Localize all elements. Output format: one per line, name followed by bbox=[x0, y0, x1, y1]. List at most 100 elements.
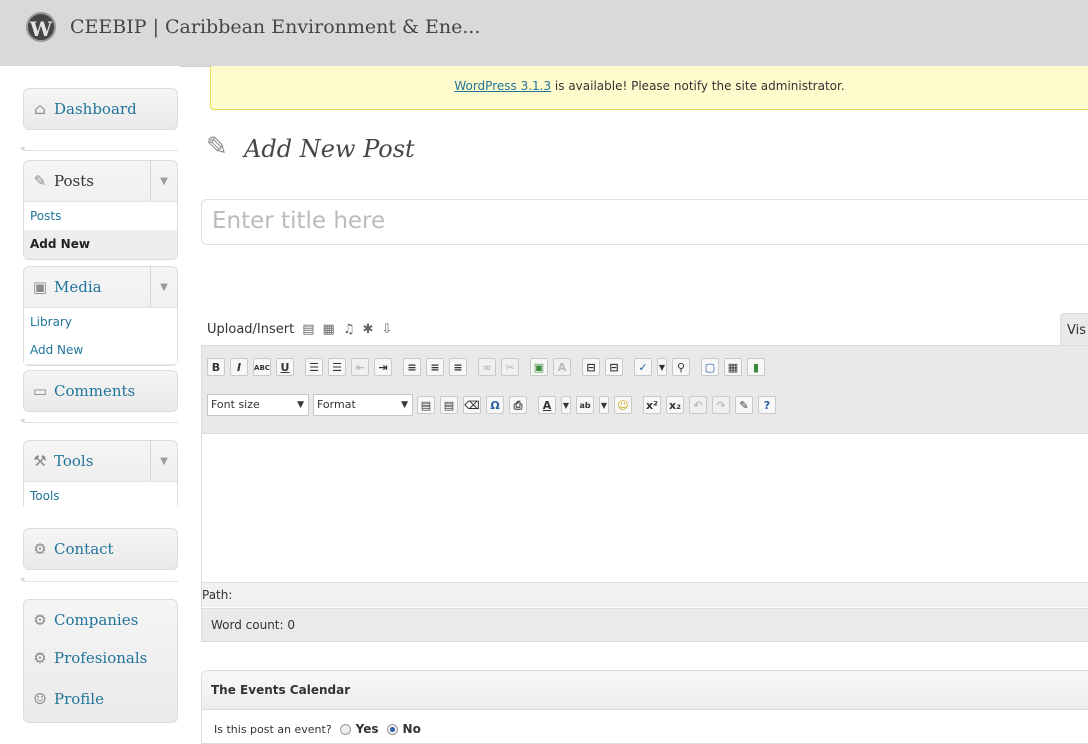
users-icon: ☺ bbox=[33, 690, 47, 708]
redo-icon[interactable]: ↷ bbox=[712, 396, 730, 414]
undo-icon[interactable]: ↶ bbox=[689, 396, 707, 414]
bullet-list-icon[interactable]: ☰ bbox=[305, 358, 323, 376]
submenu-add-new-media[interactable]: Add New bbox=[24, 336, 177, 364]
find-replace-icon[interactable]: ⚲ bbox=[672, 358, 690, 376]
numbered-list-icon[interactable]: ☰ bbox=[328, 358, 346, 376]
italic-icon[interactable]: I bbox=[230, 358, 248, 376]
event-yes-radio[interactable] bbox=[339, 723, 351, 735]
remove-format-icon[interactable]: ⌫ bbox=[463, 396, 481, 414]
page-break-icon[interactable]: ⊟ bbox=[605, 358, 623, 376]
bold-icon[interactable]: B bbox=[207, 358, 225, 376]
add-audio-icon[interactable]: ♫ bbox=[343, 322, 355, 337]
path-label: Path: bbox=[202, 588, 233, 602]
add-image-icon[interactable]: ▤ bbox=[302, 322, 314, 337]
subscript-icon[interactable]: x₂ bbox=[666, 396, 684, 414]
menu-separator bbox=[23, 422, 178, 423]
tab-visual[interactable]: Vis bbox=[1060, 313, 1088, 347]
collapse-arrow-icon[interactable]: « bbox=[20, 144, 26, 154]
format-select[interactable]: Format ▼ bbox=[313, 394, 413, 416]
add-media-icon[interactable]: ✱ bbox=[362, 322, 373, 337]
font-size-select[interactable]: Font size ▼ bbox=[207, 394, 309, 416]
highlight-dropdown-icon[interactable]: ▼ bbox=[599, 396, 609, 414]
paste-word-icon[interactable]: ▤ bbox=[440, 396, 458, 414]
chevron-down-icon[interactable]: ▼ bbox=[150, 267, 177, 307]
menu-profesionals[interactable]: ⚙ Profesionals bbox=[24, 640, 177, 676]
pushpin-icon: ✎ bbox=[33, 172, 47, 190]
menu-tools[interactable]: ⚒ Tools ▼ Tools bbox=[23, 440, 178, 510]
paste-text-icon[interactable]: ▤ bbox=[417, 396, 435, 414]
word-count: Word count: 0 bbox=[201, 608, 1088, 642]
add-video-icon[interactable]: ▦ bbox=[323, 322, 335, 337]
site-title[interactable]: CEEBIP | Caribbean Environment & Ene... bbox=[70, 16, 480, 38]
media-buttons: Upload/Insert ▤ ▦ ♫ ✱ ⇩ bbox=[207, 322, 392, 337]
gear-icon: ⚙ bbox=[33, 540, 47, 558]
page-header: ✎ Add New Post bbox=[206, 132, 415, 166]
superscript-icon[interactable]: x² bbox=[643, 396, 661, 414]
menu-posts[interactable]: ✎ Posts ▼ Posts Add New bbox=[23, 160, 178, 260]
align-left-icon[interactable]: ≡ bbox=[403, 358, 421, 376]
post-title-input[interactable]: Enter title here bbox=[201, 199, 1088, 245]
events-calendar-title[interactable]: The Events Calendar bbox=[202, 671, 1088, 710]
menu-contact-label: Contact bbox=[54, 540, 114, 558]
underline-icon[interactable]: U bbox=[276, 358, 294, 376]
unlink-icon[interactable]: ✂ bbox=[501, 358, 519, 376]
insert-image-icon[interactable]: ▣ bbox=[530, 358, 548, 376]
event-question-label: Is this post an event? bbox=[214, 722, 332, 736]
emoticon-icon[interactable]: ☺ bbox=[614, 396, 632, 414]
submenu-posts[interactable]: Posts bbox=[24, 202, 177, 230]
align-right-icon[interactable]: ≡ bbox=[449, 358, 467, 376]
chevron-down-icon[interactable]: ▼ bbox=[150, 161, 177, 201]
admin-sidebar: ⌂ Dashboard « ✎ Posts ▼ Posts Add New ▣ … bbox=[0, 66, 180, 744]
update-notice-text: is available! Please notify the site adm… bbox=[551, 79, 845, 93]
menu-media-label: Media bbox=[54, 278, 102, 296]
submenu-library[interactable]: Library bbox=[24, 308, 177, 336]
collapse-arrow-icon[interactable]: « bbox=[20, 416, 26, 426]
event-no-label[interactable]: No bbox=[403, 722, 421, 736]
insert-media-icon[interactable]: ▮ bbox=[747, 358, 765, 376]
event-no-radio[interactable] bbox=[386, 723, 398, 735]
more-tag-icon[interactable]: ⊟ bbox=[582, 358, 600, 376]
submenu-tools[interactable]: Tools bbox=[24, 482, 177, 510]
menu-dashboard[interactable]: ⌂ Dashboard bbox=[23, 88, 178, 130]
home-icon: ⌂ bbox=[34, 100, 46, 118]
kitchen-sink-icon[interactable]: ▦ bbox=[724, 358, 742, 376]
add-download-icon[interactable]: ⇩ bbox=[381, 322, 392, 337]
submenu-add-new-post[interactable]: Add New bbox=[24, 230, 177, 258]
text-color-dropdown-icon[interactable]: ▼ bbox=[561, 396, 571, 414]
menu-tools-label: Tools bbox=[54, 452, 94, 470]
tools-icon: ⚒ bbox=[33, 452, 47, 470]
link-icon[interactable]: ∞ bbox=[478, 358, 496, 376]
align-center-icon[interactable]: ≡ bbox=[426, 358, 444, 376]
gear-icon: ⚙ bbox=[33, 611, 47, 629]
menu-contact[interactable]: ⚙ Contact bbox=[23, 528, 178, 570]
help-icon[interactable]: ? bbox=[758, 396, 776, 414]
print-icon[interactable]: ⎙ bbox=[509, 396, 527, 414]
menu-group-custom: ⚙ Companies ⚙ Profesionals ☺ Profile bbox=[23, 599, 178, 723]
spellcheck-icon[interactable]: ✓ bbox=[634, 358, 652, 376]
page-title: Add New Post bbox=[244, 135, 415, 163]
outdent-icon[interactable]: ⇤ bbox=[351, 358, 369, 376]
fullscreen-icon[interactable]: ▢ bbox=[701, 358, 719, 376]
chevron-down-icon[interactable]: ▼ bbox=[150, 441, 177, 481]
spellcheck-dropdown-icon[interactable]: ▼ bbox=[657, 358, 667, 376]
wordpress-logo-icon[interactable]: W bbox=[26, 12, 56, 42]
gear-icon: ⚙ bbox=[33, 649, 47, 667]
edit-html-icon[interactable]: ✎ bbox=[735, 396, 753, 414]
menu-comments[interactable]: ▭ Comments bbox=[23, 370, 178, 412]
menu-companies-label: Companies bbox=[54, 611, 139, 629]
update-link[interactable]: WordPress 3.1.3 bbox=[454, 79, 551, 93]
style-icon[interactable]: A bbox=[553, 358, 571, 376]
highlight-icon[interactable]: ab bbox=[576, 396, 594, 414]
menu-profesionals-label: Profesionals bbox=[54, 649, 148, 667]
menu-profile[interactable]: ☺ Profile bbox=[24, 676, 177, 722]
indent-icon[interactable]: ⇥ bbox=[374, 358, 392, 376]
special-char-icon[interactable]: Ω bbox=[486, 396, 504, 414]
event-yes-label[interactable]: Yes bbox=[356, 722, 379, 736]
editor-content-area[interactable] bbox=[202, 434, 1088, 582]
text-color-icon[interactable]: A bbox=[538, 396, 556, 414]
strikethrough-icon[interactable]: ABC bbox=[253, 358, 271, 376]
menu-media[interactable]: ▣ Media ▼ Library Add New bbox=[23, 266, 178, 366]
menu-companies[interactable]: ⚙ Companies bbox=[24, 600, 177, 640]
menu-profile-label: Profile bbox=[54, 690, 104, 708]
collapse-arrow-icon[interactable]: « bbox=[20, 575, 26, 585]
